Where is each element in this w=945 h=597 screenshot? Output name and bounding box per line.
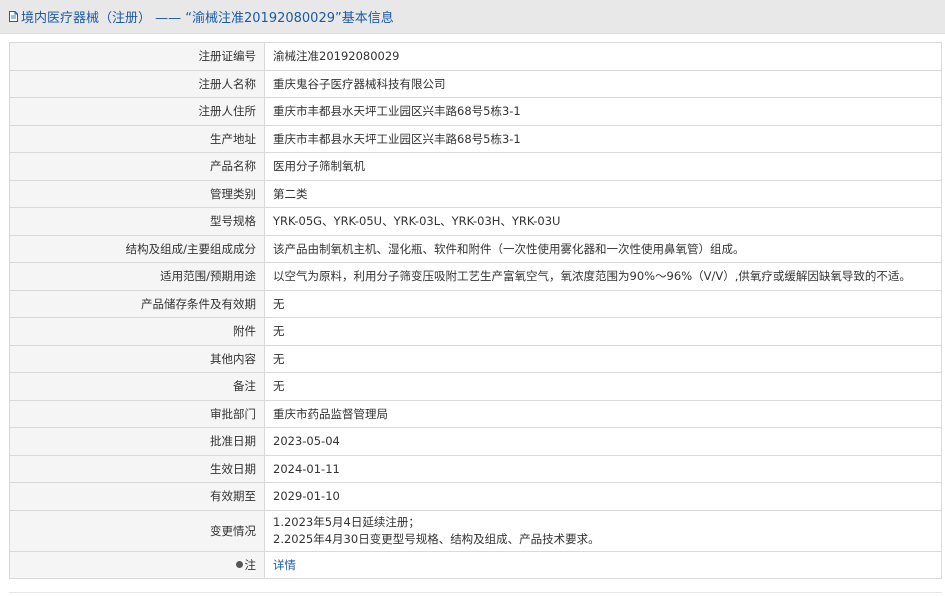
- title-separator: ——: [151, 11, 186, 26]
- note-value: 详情: [264, 550, 942, 579]
- table-row: 附件无: [9, 317, 942, 346]
- row-value: 重庆市丰都县水天坪工业园区兴丰路68号5栋3-1: [264, 124, 942, 153]
- row-value: 医用分子筛制氧机: [264, 152, 942, 181]
- table-row-change: 变更情况 1.2023年5月4日延续注册； 2.2025年4月30日变更型号规格…: [9, 509, 942, 552]
- row-value: 2029-01-10: [264, 482, 942, 511]
- details-link[interactable]: 详情: [273, 558, 296, 572]
- table-row: 型号规格 YRK-05G、YRK-05U、YRK-03L、YRK-03H、YRK-…: [9, 207, 942, 236]
- row-value: 无: [264, 317, 942, 346]
- row-value: 该产品由制氧机主机、湿化瓶、软件和附件（一次性使用雾化器和一次性使用鼻氧管）组成…: [264, 234, 942, 263]
- row-label: 产品名称: [9, 152, 265, 181]
- row-value: 2024-01-11: [264, 454, 942, 483]
- table-row: 批准日期 2023-05-04: [9, 427, 942, 456]
- table-row: 注册人名称 重庆鬼谷子医疗器械科技有限公司: [9, 69, 942, 98]
- table-row: 注册证编号 渝械注准20192080029: [9, 42, 942, 71]
- row-value: YRK-05G、YRK-05U、YRK-03L、YRK-03H、YRK-03U: [264, 207, 942, 236]
- table-row: 注册人住所 重庆市丰都县水天坪工业园区兴丰路68号5栋3-1: [9, 97, 942, 126]
- change-line-2: 2.2025年4月30日变更型号规格、结构及组成、产品技术要求。: [273, 531, 600, 546]
- title-suffix: 基本信息: [341, 11, 394, 26]
- row-label: 备注: [9, 372, 265, 401]
- table-row: 产品储存条件及有效期无: [9, 289, 942, 318]
- table-row: 生效日期 2024-01-11: [9, 454, 942, 483]
- title-registration-number: “渝械注准20192080029”: [185, 11, 342, 26]
- row-value: 无: [264, 344, 942, 373]
- bottom-divider: [9, 592, 942, 593]
- row-label: 产品储存条件及有效期: [9, 289, 265, 318]
- row-label: 批准日期: [9, 427, 265, 456]
- row-label: 附件: [9, 317, 265, 346]
- row-label: 生产地址: [9, 124, 265, 153]
- note-label-cell: 注: [9, 550, 265, 579]
- pin-icon: [235, 560, 243, 568]
- note-label: 注: [244, 557, 257, 572]
- row-label: 审批部门: [9, 399, 265, 428]
- info-table: 注册证编号 渝械注准20192080029 注册人名称 重庆鬼谷子医疗器械科技有限公…: [9, 42, 942, 579]
- row-label: 有效期至: [9, 482, 265, 511]
- table-row: 结构及组成/主要组成成分 该产品由制氧机主机、湿化瓶、软件和附件（一次性使用雾化器…: [9, 234, 942, 263]
- table-row: 生产地址 重庆市丰都县水天坪工业园区兴丰路68号5栋3-1: [9, 124, 942, 153]
- table-row-note: 注 详情: [9, 550, 942, 579]
- page-title: 境内医疗器械（注册） —— “渝械注准20192080029”基本信息: [21, 7, 394, 26]
- row-label: 注册证编号: [9, 42, 265, 71]
- row-label: 型号规格: [9, 207, 265, 236]
- row-value: 2023-05-04: [264, 427, 942, 456]
- change-line-1: 1.2023年5月4日延续注册；: [273, 514, 420, 529]
- row-label: 适用范围/预期用途: [9, 262, 265, 291]
- row-value: 无: [264, 289, 942, 318]
- row-label: 注册人名称: [9, 69, 265, 98]
- table-row: 有效期至 2029-01-10: [9, 482, 942, 511]
- row-label: 管理类别: [9, 179, 265, 208]
- row-value: 第二类: [264, 179, 942, 208]
- table-row: 其他内容无: [9, 344, 942, 373]
- row-label: 其他内容: [9, 344, 265, 373]
- table-row: 备注无: [9, 372, 942, 401]
- table-row: 管理类别 第二类: [9, 179, 942, 208]
- title-category: 境内医疗器械（注册）: [21, 11, 152, 26]
- change-label: 变更情况: [9, 509, 265, 552]
- row-label: 注册人住所: [9, 97, 265, 126]
- table-row: 审批部门 重庆市药品监督管理局: [9, 399, 942, 428]
- row-label: 生效日期: [9, 454, 265, 483]
- change-value: 1.2023年5月4日延续注册； 2.2025年4月30日变更型号规格、结构及组…: [264, 509, 942, 552]
- row-label: 结构及组成/主要组成成分: [9, 234, 265, 263]
- row-value: 以空气为原料，利用分子筛变压吸附工艺生产富氧空气，氧浓度范围为90%～96%（V…: [264, 262, 942, 291]
- table-row: 适用范围/预期用途 以空气为原料，利用分子筛变压吸附工艺生产富氧空气，氧浓度范围为…: [9, 262, 942, 291]
- row-value: 重庆市药品监督管理局: [264, 399, 942, 428]
- row-value: 重庆市丰都县水天坪工业园区兴丰路68号5栋3-1: [264, 97, 942, 126]
- table-row: 产品名称 医用分子筛制氧机: [9, 152, 942, 181]
- row-value: 无: [264, 372, 942, 401]
- row-value: 重庆鬼谷子医疗器械科技有限公司: [264, 69, 942, 98]
- page-header: 境内医疗器械（注册） —— “渝械注准20192080029”基本信息: [0, 0, 945, 34]
- row-value: 渝械注准20192080029: [264, 42, 942, 71]
- document-icon: [9, 11, 18, 22]
